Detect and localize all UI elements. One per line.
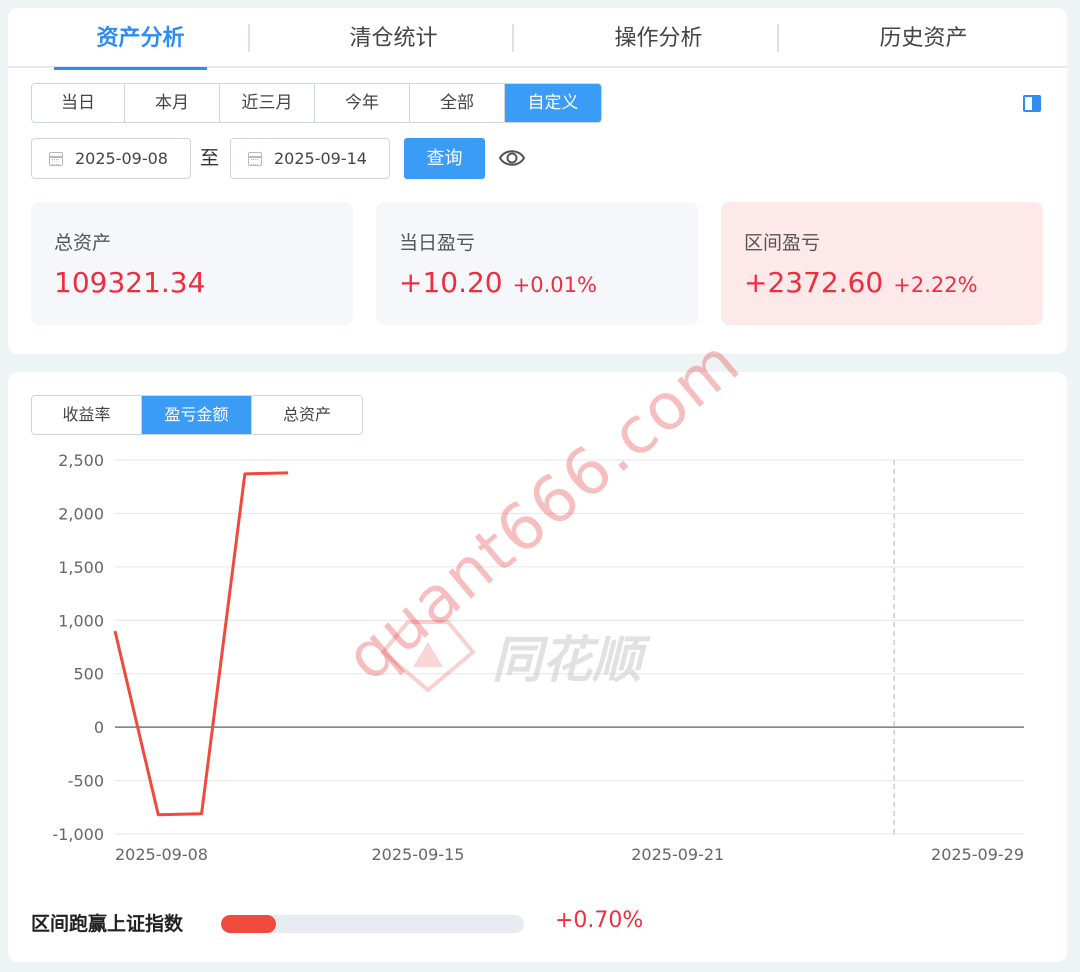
range-pnl-value: +2372.60 — [744, 266, 884, 299]
range-pnl-label: 区间盈亏 — [744, 232, 821, 254]
date-separator: 至 — [200, 147, 220, 169]
daily-pnl-pct: +0.01% — [512, 273, 597, 297]
pnl-series-line — [113, 471, 289, 817]
calendar-icon — [248, 152, 262, 166]
total-assets-value: 109321.34 — [54, 266, 206, 299]
tab-history-assets[interactable]: 历史资产 — [791, 8, 1056, 68]
y-tick-label: 500 — [73, 665, 104, 684]
period-custom-button[interactable]: 自定义 — [505, 84, 601, 122]
x-tick-label: 2025-09-21 — [631, 845, 724, 864]
asset-summary-card: 资产分析 清仓统计 操作分析 历史资产 当日 本月 近三月 今年 全部 自定义 … — [8, 8, 1067, 354]
tab-divider — [248, 24, 250, 52]
period-year-button[interactable]: 今年 — [315, 84, 410, 122]
beat-index-progress — [221, 915, 524, 933]
daily-pnl-stat: 当日盈亏 +10.20 +0.01% — [376, 202, 698, 325]
y-tick-label: 2,000 — [58, 504, 104, 523]
start-date-input[interactable]: 2025-09-08 — [31, 138, 191, 179]
x-tick-label: 2025-09-29 — [931, 845, 1024, 864]
start-date-value: 2025-09-08 — [75, 149, 168, 168]
total-assets-label: 总资产 — [54, 232, 112, 254]
eye-icon[interactable] — [498, 145, 526, 171]
range-pnl-row: +2372.60 +2.22% — [744, 266, 978, 299]
side-panel-icon[interactable] — [1023, 95, 1041, 112]
period-all-button[interactable]: 全部 — [410, 84, 505, 122]
x-tick-label: 2025-09-08 — [115, 845, 208, 864]
beat-index-value: +0.70% — [555, 908, 644, 933]
query-button[interactable]: 查询 — [404, 138, 485, 179]
pnl-chart-card: 收益率 盈亏金额 总资产 2,500 2,000 1,500 1,000 500 0 -50… — [8, 325, 1067, 962]
y-tick-label: 1,000 — [58, 611, 104, 630]
tab-clearance-stats[interactable]: 清仓统计 — [261, 8, 526, 68]
tab-asset-analysis[interactable]: 资产分析 — [8, 8, 273, 70]
period-3month-button[interactable]: 近三月 — [220, 84, 315, 122]
period-month-button[interactable]: 本月 — [125, 84, 220, 122]
daily-pnl-row: +10.20 +0.01% — [399, 266, 597, 299]
total-assets-stat: 总资产 109321.34 — [31, 202, 353, 325]
end-date-input[interactable]: 2025-09-14 — [230, 138, 390, 179]
period-selector: 当日 本月 近三月 今年 全部 自定义 — [31, 83, 602, 123]
chart-tab-total-assets[interactable]: 总资产 — [252, 396, 362, 434]
chart-tabs: 收益率 盈亏金额 总资产 — [31, 395, 363, 435]
range-pnl-pct: +2.22% — [893, 273, 978, 297]
chart-tab-return-rate[interactable]: 收益率 — [32, 396, 142, 434]
daily-pnl-value: +10.20 — [399, 266, 503, 299]
pnl-line-chart[interactable]: 2,500 2,000 1,500 1,000 500 0 -500 -1,000 2025-0… — [8, 442, 1067, 872]
period-today-button[interactable]: 当日 — [32, 84, 125, 122]
y-tick-label: -1,000 — [52, 825, 104, 844]
chart-tab-pnl-amount[interactable]: 盈亏金额 — [142, 396, 252, 434]
y-tick-label: 0 — [94, 718, 104, 737]
range-pnl-stat: 区间盈亏 +2372.60 +2.22% — [721, 202, 1043, 325]
main-tabs: 资产分析 清仓统计 操作分析 历史资产 — [8, 8, 1067, 70]
y-tick-label: 1,500 — [58, 558, 104, 577]
beat-index-label: 区间跑赢上证指数 — [31, 913, 184, 935]
y-tick-label: -500 — [68, 772, 104, 791]
tab-divider — [777, 24, 779, 52]
y-tick-label: 2,500 — [58, 451, 104, 470]
tab-divider — [512, 24, 514, 52]
beat-index-progress-fill — [221, 915, 276, 933]
daily-pnl-label: 当日盈亏 — [399, 232, 476, 254]
x-tick-label: 2025-09-15 — [372, 845, 465, 864]
tab-operation-analysis[interactable]: 操作分析 — [526, 8, 791, 68]
calendar-icon — [49, 152, 63, 166]
end-date-value: 2025-09-14 — [274, 149, 367, 168]
